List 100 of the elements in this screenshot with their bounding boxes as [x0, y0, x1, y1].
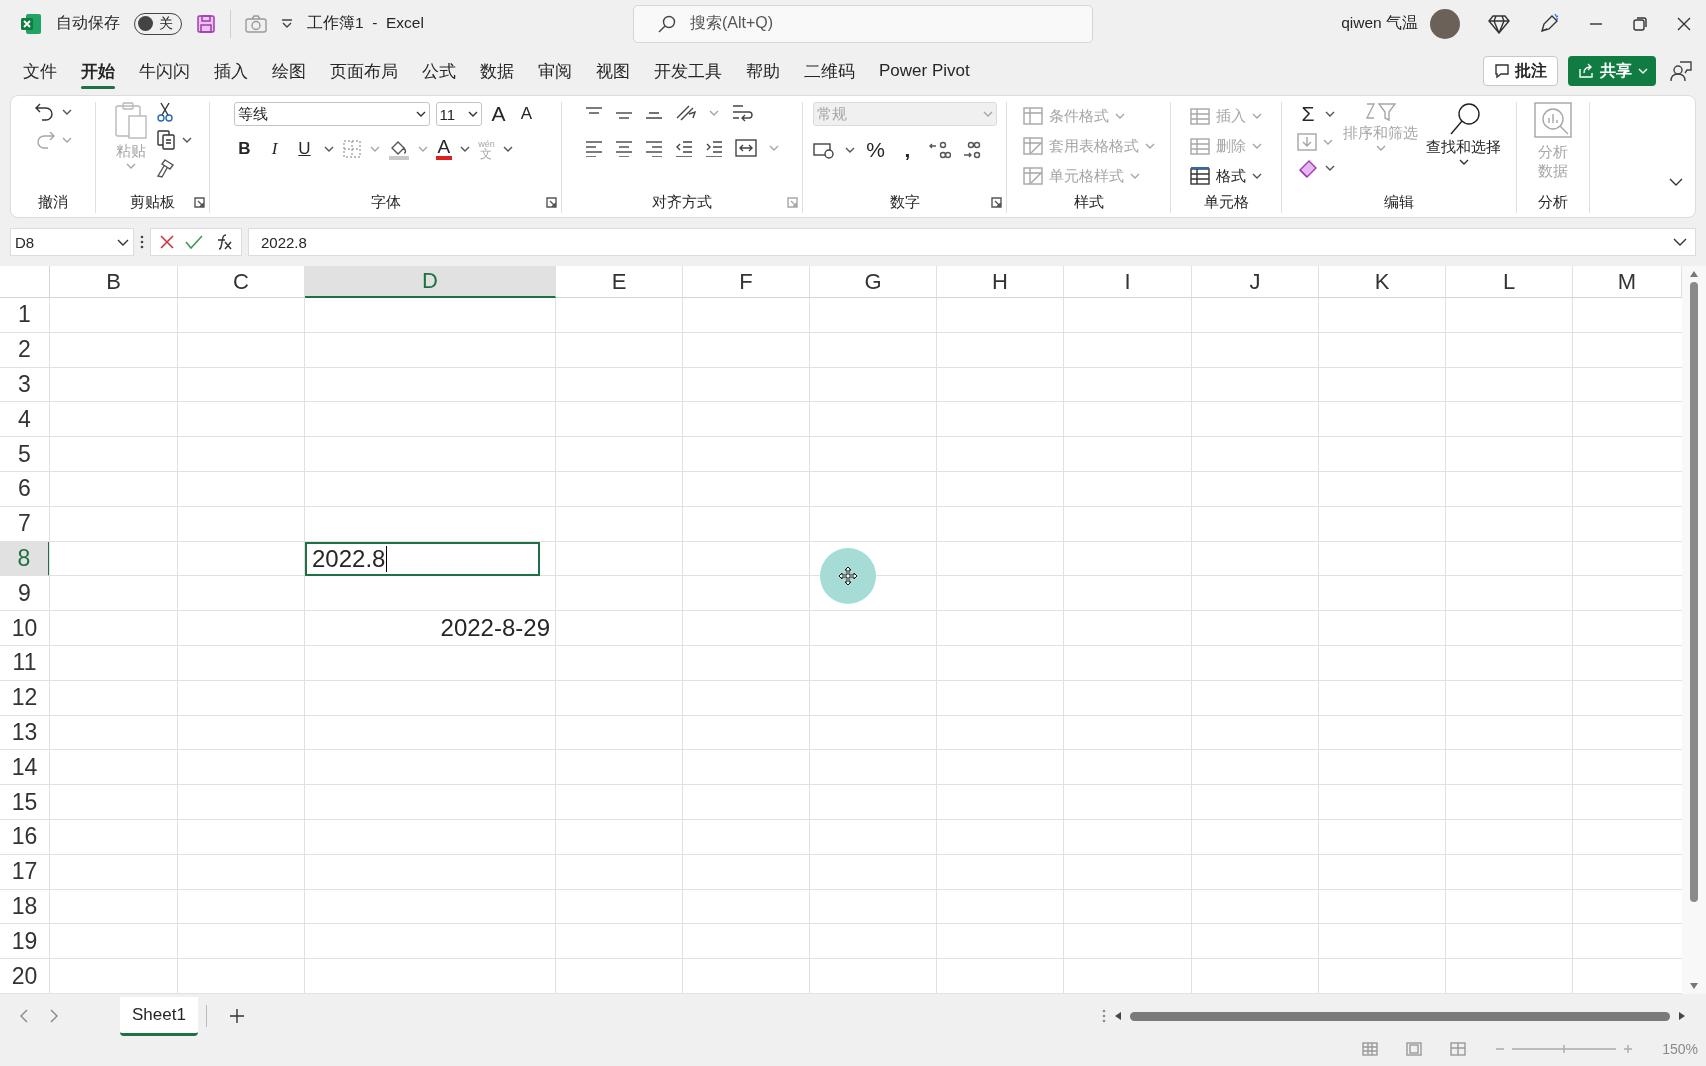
increase-decimal-icon[interactable]	[928, 140, 951, 160]
formula-field[interactable]: 2022.8	[248, 228, 1696, 256]
increase-indent-icon[interactable]	[705, 139, 723, 157]
ribbon-tab[interactable]: 文件	[12, 51, 68, 91]
column-header[interactable]: J	[1192, 266, 1319, 298]
ribbon-button[interactable]: 格式	[1190, 162, 1262, 190]
format-painter-icon[interactable]	[155, 158, 176, 178]
row-header[interactable]: 2	[0, 332, 50, 368]
row-header[interactable]: 6	[0, 472, 50, 507]
scrollbar-thumb[interactable]	[1130, 1011, 1670, 1021]
table-cell[interactable]: 2022.8	[305, 541, 540, 577]
scrollbar-thumb[interactable]	[1690, 282, 1698, 902]
dialog-launcher-icon[interactable]	[546, 196, 557, 208]
share-button[interactable]: 共享	[1568, 56, 1656, 86]
align-center-icon[interactable]	[615, 139, 633, 157]
copy-icon[interactable]	[155, 130, 176, 150]
row-header[interactable]: 19	[0, 924, 50, 960]
row-header[interactable]: 15	[0, 785, 50, 820]
font-color-button[interactable]: A	[435, 138, 453, 160]
more-options-icon[interactable]	[140, 235, 144, 249]
accounting-format-icon[interactable]	[812, 141, 835, 159]
align-left-icon[interactable]	[585, 139, 603, 157]
row-header[interactable]: 17	[0, 854, 50, 890]
sheet-tab[interactable]: Sheet1	[120, 996, 198, 1036]
align-right-icon[interactable]	[645, 139, 663, 157]
caret-icon[interactable]	[1325, 165, 1335, 171]
eraser-icon[interactable]	[1297, 158, 1319, 178]
scissors-icon[interactable]	[155, 102, 174, 122]
add-sheet-icon[interactable]	[228, 1008, 245, 1024]
row-header[interactable]: 1	[0, 298, 50, 333]
row-header[interactable]: 14	[0, 750, 50, 786]
scroll-down-icon[interactable]	[1689, 982, 1699, 990]
row-header[interactable]: 8	[0, 541, 50, 577]
bold-button[interactable]: B	[233, 139, 256, 159]
caret-icon[interactable]	[502, 146, 513, 152]
dialog-launcher-icon[interactable]	[194, 196, 205, 208]
caret-icon[interactable]	[1325, 111, 1335, 117]
caret-icon[interactable]	[844, 147, 855, 153]
ribbon-tab[interactable]: 数据	[469, 51, 525, 91]
column-header[interactable]: G	[810, 266, 937, 298]
ribbon-tab[interactable]: 牛闪闪	[128, 51, 201, 91]
row-header[interactable]: 12	[0, 680, 50, 716]
ribbon-tab[interactable]: 开发工具	[643, 51, 733, 91]
table-cell[interactable]: 2022-8-29	[305, 611, 556, 646]
orientation-icon[interactable]	[675, 104, 697, 122]
percent-button[interactable]: %	[864, 138, 887, 162]
caret-icon[interactable]	[181, 137, 192, 143]
autosum-button[interactable]: Σ	[1297, 102, 1319, 126]
caret-icon[interactable]	[467, 111, 478, 117]
ribbon-tab[interactable]: 开始	[70, 51, 126, 91]
next-sheet-icon[interactable]	[50, 1009, 58, 1023]
column-header[interactable]: L	[1446, 266, 1573, 298]
column-header[interactable]: D	[305, 266, 556, 298]
italic-button[interactable]: I	[263, 139, 286, 159]
ribbon-tab[interactable]: 公式	[411, 51, 467, 91]
undo-icon[interactable]	[34, 102, 56, 122]
previous-sheet-icon[interactable]	[20, 1009, 28, 1023]
caret-icon[interactable]	[1458, 159, 1469, 165]
ribbon-tab[interactable]: 插入	[203, 51, 259, 91]
customize-caret-icon[interactable]	[281, 18, 293, 29]
row-header[interactable]: 16	[0, 819, 50, 855]
row-header[interactable]: 10	[0, 611, 50, 646]
search-field[interactable]: 搜索(Alt+Q)	[633, 4, 1093, 43]
user-avatar[interactable]	[1430, 8, 1460, 39]
row-header[interactable]: 3	[0, 367, 50, 403]
caret-icon[interactable]	[62, 109, 72, 115]
save-icon[interactable]	[196, 13, 216, 34]
diamond-icon[interactable]	[1488, 13, 1510, 34]
scroll-right-icon[interactable]	[1678, 1011, 1686, 1021]
row-header[interactable]: 5	[0, 437, 50, 472]
ribbon-tab[interactable]: 二维码	[793, 51, 866, 91]
decrease-indent-icon[interactable]	[675, 139, 693, 157]
scroll-up-icon[interactable]	[1689, 270, 1699, 278]
underline-button[interactable]: U	[293, 139, 316, 159]
column-header[interactable]: E	[556, 266, 683, 298]
feedback-pen-icon[interactable]	[1538, 12, 1560, 35]
ribbon-tab[interactable]: 视图	[585, 51, 641, 91]
column-header[interactable]: K	[1319, 266, 1446, 298]
row-header[interactable]: 13	[0, 715, 50, 751]
column-header[interactable]: F	[683, 266, 810, 298]
row-header[interactable]: 20	[0, 959, 50, 994]
increase-font-size-button[interactable]: A	[487, 102, 510, 126]
restore-icon[interactable]	[1632, 15, 1648, 32]
row-header[interactable]: 9	[0, 576, 50, 612]
font-size-field[interactable]: 11	[435, 102, 482, 126]
column-header[interactable]: H	[937, 266, 1064, 298]
dialog-launcher-icon[interactable]	[991, 196, 1002, 208]
font-name-field[interactable]: 等线	[233, 102, 430, 126]
row-header[interactable]: 18	[0, 889, 50, 925]
caret-icon[interactable]	[415, 111, 426, 117]
column-header[interactable]: B	[50, 266, 178, 298]
enter-icon[interactable]	[185, 234, 203, 250]
ribbon-tab[interactable]: 绘图	[261, 51, 317, 91]
name-box[interactable]: D8	[10, 228, 134, 256]
comma-style-button[interactable]: ,	[896, 138, 919, 162]
collapse-ribbon-icon[interactable]	[1669, 178, 1683, 187]
merge-center-icon[interactable]	[735, 138, 757, 158]
ribbon-button[interactable]: 查找和选择	[1426, 102, 1501, 165]
caret-icon[interactable]	[117, 238, 129, 246]
ribbon-tab[interactable]: 审阅	[527, 51, 583, 91]
